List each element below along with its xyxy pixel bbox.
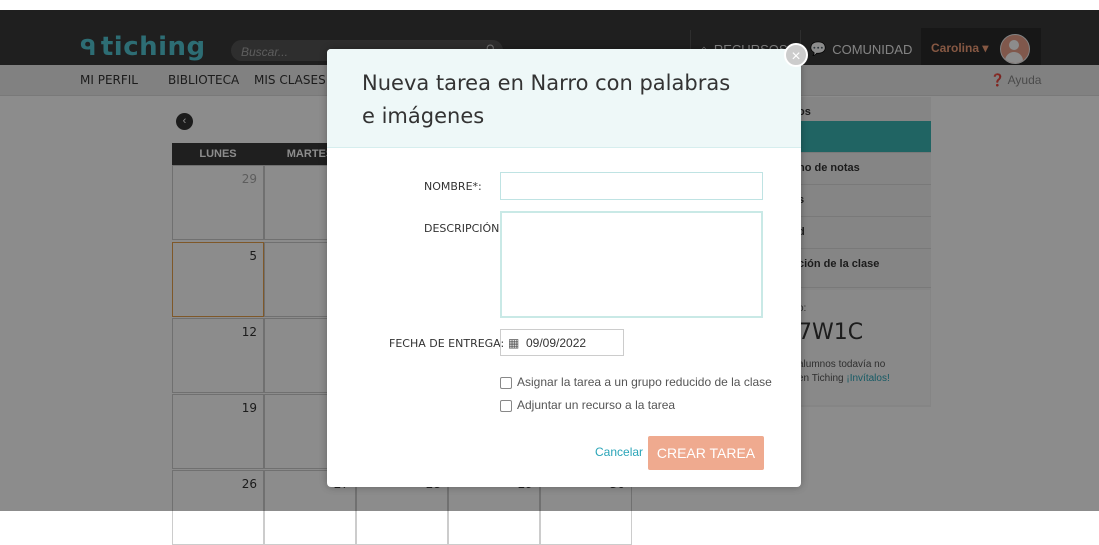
small-group-checkbox[interactable]: Asignar la tarea a un grupo reducido de … [500,375,800,391]
due-date-field[interactable]: ▦ 09/09/2022 [500,329,624,356]
cancel-button[interactable]: Cancelar [595,445,643,459]
attach-resource-checkbox[interactable]: Adjuntar un recurso a la tarea [500,398,800,414]
checkbox-label: Adjuntar un recurso a la tarea [517,398,676,412]
due-date-label: FECHA DE ENTREGA: [389,337,505,350]
due-date-value: 09/09/2022 [526,336,587,350]
close-icon[interactable]: × [784,43,808,67]
checkbox-box[interactable] [500,400,512,412]
modal-header: Nueva tarea en Narro con palabras e imág… [327,49,801,148]
name-field[interactable] [500,172,763,200]
create-task-button[interactable]: CREAR TAREA [648,436,764,470]
description-field[interactable] [500,211,763,318]
top-strip [0,0,1099,10]
checkbox-label: Asignar la tarea a un grupo reducido de … [517,375,772,389]
calendar-icon: ▦ [508,336,520,350]
description-label: DESCRIPCIÓN: [424,222,504,235]
checkbox-box[interactable] [500,377,512,389]
new-task-modal: Nueva tarea en Narro con palabras e imág… [327,49,801,487]
modal-title: Nueva tarea en Narro con palabras e imág… [362,71,731,128]
name-label: NOMBRE*: [424,180,482,193]
